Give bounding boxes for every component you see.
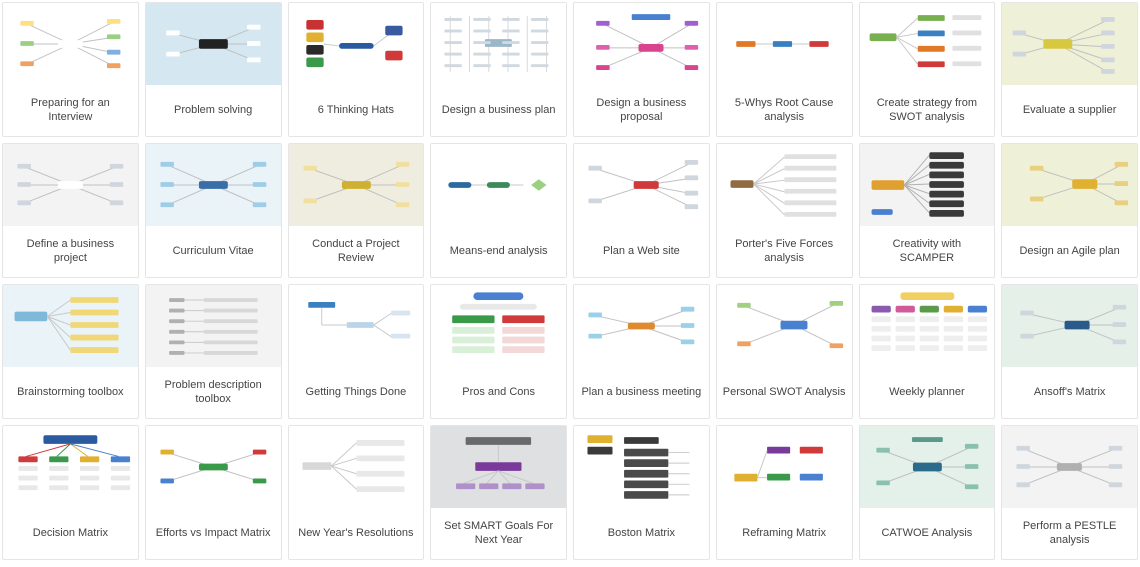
template-label: Plan a business meeting: [574, 367, 709, 418]
template-label: 5-Whys Root Cause analysis: [717, 85, 852, 136]
template-card[interactable]: Efforts vs Impact Matrix: [145, 425, 282, 560]
template-thumbnail: [3, 285, 138, 367]
template-card[interactable]: Reframing Matrix: [716, 425, 853, 560]
template-card[interactable]: CATWOE Analysis: [859, 425, 996, 560]
template-card[interactable]: Curriculum Vitae: [145, 143, 282, 278]
template-card[interactable]: Means-end analysis: [430, 143, 567, 278]
template-thumbnail: [717, 144, 852, 226]
template-card[interactable]: Problem solving: [145, 2, 282, 137]
template-card[interactable]: Pros and Cons: [430, 284, 567, 419]
template-card[interactable]: Plan a business meeting: [573, 284, 710, 419]
template-thumbnail: [431, 285, 566, 367]
template-label: Problem solving: [146, 85, 281, 136]
template-thumbnail: [717, 3, 852, 85]
template-label: Pros and Cons: [431, 367, 566, 418]
template-label: Perform a PESTLE analysis: [1002, 508, 1137, 559]
template-card[interactable]: Ansoff's Matrix: [1001, 284, 1138, 419]
template-thumbnail: [289, 426, 424, 508]
template-thumbnail: [289, 285, 424, 367]
template-thumbnail: [1002, 285, 1137, 367]
template-card[interactable]: Decision Matrix: [2, 425, 139, 560]
template-card[interactable]: 5-Whys Root Cause analysis: [716, 2, 853, 137]
template-label: Problem description toolbox: [146, 367, 281, 418]
template-thumbnail: [717, 285, 852, 367]
template-card[interactable]: Brainstorming toolbox: [2, 284, 139, 419]
template-card[interactable]: Set SMART Goals For Next Year: [430, 425, 567, 560]
template-thumbnail: [1002, 426, 1137, 508]
template-thumbnail: [431, 426, 566, 508]
template-label: Plan a Web site: [574, 226, 709, 277]
template-thumbnail: [146, 426, 281, 508]
template-thumbnail: [574, 285, 709, 367]
template-thumbnail: [289, 3, 424, 85]
template-card[interactable]: Weekly planner: [859, 284, 996, 419]
template-grid: Preparing for an InterviewProblem solvin…: [2, 2, 1138, 560]
template-label: Conduct a Project Review: [289, 226, 424, 277]
template-label: Design a business plan: [431, 85, 566, 136]
template-thumbnail: [1002, 3, 1137, 85]
template-label: Boston Matrix: [574, 508, 709, 559]
template-thumbnail: [574, 3, 709, 85]
template-card[interactable]: Perform a PESTLE analysis: [1001, 425, 1138, 560]
template-label: Preparing for an Interview: [3, 85, 138, 136]
template-label: Create strategy from SWOT analysis: [860, 85, 995, 136]
template-card[interactable]: Creativity with SCAMPER: [859, 143, 996, 278]
template-thumbnail: [574, 426, 709, 508]
template-label: CATWOE Analysis: [860, 508, 995, 559]
template-thumbnail: [431, 144, 566, 226]
template-label: Curriculum Vitae: [146, 226, 281, 277]
template-label: Set SMART Goals For Next Year: [431, 508, 566, 559]
template-card[interactable]: Design a business proposal: [573, 2, 710, 137]
template-card[interactable]: Porter's Five Forces analysis: [716, 143, 853, 278]
template-thumbnail: [1002, 144, 1137, 226]
template-label: Evaluate a supplier: [1002, 85, 1137, 136]
template-thumbnail: [574, 144, 709, 226]
template-thumbnail: [146, 285, 281, 367]
template-card[interactable]: Create strategy from SWOT analysis: [859, 2, 996, 137]
template-label: New Year's Resolutions: [289, 508, 424, 559]
template-card[interactable]: Problem description toolbox: [145, 284, 282, 419]
template-label: Brainstorming toolbox: [3, 367, 138, 418]
template-thumbnail: [289, 144, 424, 226]
template-label: Creativity with SCAMPER: [860, 226, 995, 277]
template-label: Efforts vs Impact Matrix: [146, 508, 281, 559]
template-card[interactable]: Preparing for an Interview: [2, 2, 139, 137]
template-label: Means-end analysis: [431, 226, 566, 277]
template-label: Reframing Matrix: [717, 508, 852, 559]
template-thumbnail: [3, 3, 138, 85]
template-card[interactable]: Evaluate a supplier: [1001, 2, 1138, 137]
template-label: Getting Things Done: [289, 367, 424, 418]
template-label: Weekly planner: [860, 367, 995, 418]
template-label: 6 Thinking Hats: [289, 85, 424, 136]
template-thumbnail: [146, 3, 281, 85]
template-card[interactable]: Define a business project: [2, 143, 139, 278]
template-thumbnail: [860, 285, 995, 367]
template-card[interactable]: Design a business plan: [430, 2, 567, 137]
template-thumbnail: [860, 3, 995, 85]
template-label: Personal SWOT Analysis: [717, 367, 852, 418]
template-thumbnail: [860, 144, 995, 226]
template-thumbnail: [146, 144, 281, 226]
template-card[interactable]: Plan a Web site: [573, 143, 710, 278]
template-label: Decision Matrix: [3, 508, 138, 559]
template-card[interactable]: Personal SWOT Analysis: [716, 284, 853, 419]
template-label: Define a business project: [3, 226, 138, 277]
template-label: Ansoff's Matrix: [1002, 367, 1137, 418]
template-card[interactable]: Conduct a Project Review: [288, 143, 425, 278]
template-card[interactable]: New Year's Resolutions: [288, 425, 425, 560]
template-card[interactable]: Getting Things Done: [288, 284, 425, 419]
template-card[interactable]: Boston Matrix: [573, 425, 710, 560]
template-label: Design an Agile plan: [1002, 226, 1137, 277]
template-label: Porter's Five Forces analysis: [717, 226, 852, 277]
template-thumbnail: [3, 426, 138, 508]
template-card[interactable]: Design an Agile plan: [1001, 143, 1138, 278]
template-label: Design a business proposal: [574, 85, 709, 136]
template-thumbnail: [717, 426, 852, 508]
template-thumbnail: [860, 426, 995, 508]
template-card[interactable]: 6 Thinking Hats: [288, 2, 425, 137]
template-thumbnail: [431, 3, 566, 85]
template-thumbnail: [3, 144, 138, 226]
